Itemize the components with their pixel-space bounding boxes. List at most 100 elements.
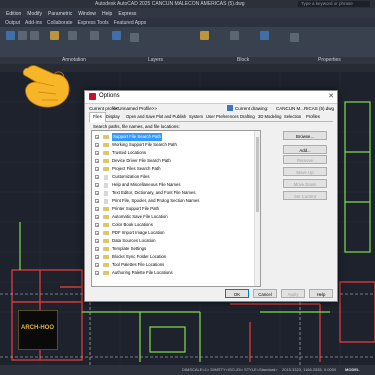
tree-item[interactable]: + Support File Search Path bbox=[92, 133, 254, 141]
expand-icon[interactable]: + bbox=[95, 175, 99, 180]
folder-icon bbox=[103, 239, 109, 243]
expand-icon[interactable]: + bbox=[95, 223, 99, 228]
tree-item[interactable]: + Tool Palettes File Locations bbox=[92, 261, 254, 269]
tree-item[interactable]: + Blocks Sync Folder Location bbox=[92, 253, 254, 261]
tree-scrollbar[interactable] bbox=[254, 131, 260, 286]
tab-files[interactable]: Files bbox=[89, 112, 106, 123]
tab-display[interactable]: Display bbox=[106, 113, 120, 121]
panel-block: Block bbox=[237, 57, 250, 63]
text-icon[interactable] bbox=[30, 31, 39, 40]
block-icon[interactable] bbox=[230, 31, 239, 40]
dialog-title: Options bbox=[99, 93, 120, 99]
expand-icon[interactable]: + bbox=[95, 271, 99, 276]
folder-icon bbox=[103, 143, 109, 147]
menu-edition[interactable]: Edition bbox=[6, 11, 21, 17]
tab-featured-apps[interactable]: Featured Apps bbox=[114, 20, 147, 26]
menu-parametric[interactable]: Parametric bbox=[48, 11, 72, 17]
expand-icon[interactable]: + bbox=[95, 231, 99, 236]
search-input[interactable]: Type a keyword or phrase bbox=[298, 1, 370, 7]
set-current-button[interactable]: Set Current bbox=[283, 191, 327, 200]
tree-item[interactable]: + Automatic Save File Location bbox=[92, 213, 254, 221]
tab-collaborate[interactable]: Collaborate bbox=[47, 20, 73, 26]
folder-icon bbox=[103, 135, 109, 139]
tree-item[interactable]: + Project Files Search Path bbox=[92, 165, 254, 173]
autocad-logo-icon bbox=[89, 93, 96, 100]
tab-profiles[interactable]: Profiles bbox=[306, 113, 320, 121]
apply-button[interactable]: Apply bbox=[281, 289, 305, 298]
tree-item[interactable]: + Printer Support File Path bbox=[92, 205, 254, 213]
insert-icon[interactable] bbox=[200, 31, 209, 40]
file-icon bbox=[104, 182, 108, 188]
tree-item[interactable]: + Trusted Locations bbox=[92, 149, 254, 157]
tree-item[interactable]: + Device Driver File Search Path bbox=[92, 157, 254, 165]
tree-item[interactable]: + Authoring Palette File Locations bbox=[92, 269, 254, 277]
expand-icon[interactable]: + bbox=[95, 239, 99, 244]
tool-icon[interactable] bbox=[6, 31, 15, 40]
tab-output[interactable]: Output bbox=[5, 20, 20, 26]
leader-icon[interactable] bbox=[68, 31, 77, 40]
tab-selection[interactable]: Selection bbox=[284, 113, 301, 121]
remove-button[interactable]: Remove bbox=[283, 155, 327, 164]
folder-icon bbox=[103, 151, 109, 155]
expand-icon[interactable]: + bbox=[95, 199, 99, 204]
tab-3d-modeling[interactable]: 3D Modeling bbox=[258, 113, 282, 121]
current-drawing-label: Current drawing: bbox=[235, 106, 269, 111]
tool-icon[interactable] bbox=[18, 31, 27, 40]
menu-modify[interactable]: Modify bbox=[27, 11, 42, 17]
expand-icon[interactable]: + bbox=[95, 135, 99, 140]
expand-icon[interactable]: + bbox=[95, 183, 99, 188]
expand-icon[interactable]: + bbox=[95, 215, 99, 220]
command-line[interactable]: DIMSCALE<1> DIMSTY<ISO-25> STYLE<Standar… bbox=[182, 365, 278, 375]
tab-drafting[interactable]: Drafting bbox=[240, 113, 255, 121]
cancel-button[interactable]: Cancel bbox=[253, 289, 277, 298]
tab-plot-and-publish[interactable]: Plot and Publish bbox=[156, 113, 186, 121]
tree-item[interactable]: + Data Sources Location bbox=[92, 237, 254, 245]
move-up-button[interactable]: Move Up bbox=[283, 167, 327, 176]
move-down-button[interactable]: Move Down bbox=[283, 179, 327, 188]
expand-icon[interactable]: + bbox=[95, 143, 99, 148]
close-icon[interactable]: ✕ bbox=[328, 92, 334, 100]
tree-item[interactable]: + Text Editor, Dictionary, and Font File … bbox=[92, 189, 254, 197]
ok-button[interactable]: OK bbox=[225, 289, 249, 298]
expand-icon[interactable]: + bbox=[95, 247, 99, 252]
menu-help[interactable]: Help bbox=[102, 11, 112, 17]
add-button[interactable]: Add... bbox=[283, 145, 327, 154]
expand-icon[interactable]: + bbox=[95, 207, 99, 212]
tree-item[interactable]: + Working Support File Search Path bbox=[92, 141, 254, 149]
tab-user-preferences[interactable]: User Preferences bbox=[206, 113, 239, 121]
layer-properties-icon[interactable] bbox=[112, 31, 121, 40]
tree-item[interactable]: + Help and Miscellaneous File Names bbox=[92, 181, 254, 189]
tab-system[interactable]: System bbox=[189, 113, 203, 121]
menu-window[interactable]: Window bbox=[78, 11, 96, 17]
match-properties-icon[interactable] bbox=[260, 31, 269, 40]
pointing-hand-icon bbox=[22, 65, 70, 108]
scrollbar-thumb[interactable] bbox=[256, 137, 259, 212]
ribbon bbox=[0, 27, 375, 61]
tree-item[interactable]: + PDF Import Image Location bbox=[92, 229, 254, 237]
tree-item[interactable]: + Customization Files bbox=[92, 173, 254, 181]
tree-item[interactable]: + Template Settings bbox=[92, 245, 254, 253]
folder-icon bbox=[103, 167, 109, 171]
dialog-titlebar: Options ✕ bbox=[85, 91, 337, 104]
dimension-icon[interactable] bbox=[50, 31, 59, 40]
expand-icon[interactable]: + bbox=[95, 159, 99, 164]
color-icon[interactable] bbox=[290, 33, 299, 42]
tab-express-tools[interactable]: Express Tools bbox=[78, 20, 109, 26]
tab-open-and-save[interactable]: Open and Save bbox=[126, 113, 155, 121]
model-space-button[interactable]: MODEL bbox=[345, 365, 359, 375]
expand-icon[interactable]: + bbox=[95, 167, 99, 172]
help-button[interactable]: Help bbox=[309, 289, 333, 298]
table-icon[interactable] bbox=[90, 31, 99, 40]
expand-icon[interactable]: + bbox=[95, 191, 99, 196]
file-locations-tree[interactable]: + Support File Search Path + Working Suppo… bbox=[91, 130, 261, 287]
expand-icon[interactable]: + bbox=[95, 263, 99, 268]
layer-icon[interactable] bbox=[130, 33, 139, 42]
tree-item[interactable]: + Print File, Spooler, and Prolog Section… bbox=[92, 197, 254, 205]
ribbon-tabs: Output Add-ins Collaborate Express Tools… bbox=[0, 18, 375, 27]
browse-button[interactable]: Browse... bbox=[283, 131, 327, 140]
tab-add-ins[interactable]: Add-ins bbox=[25, 20, 42, 26]
tree-item[interactable]: + Color Book Locations bbox=[92, 221, 254, 229]
expand-icon[interactable]: + bbox=[95, 255, 99, 260]
expand-icon[interactable]: + bbox=[95, 151, 99, 156]
menu-express[interactable]: Express bbox=[118, 11, 136, 17]
